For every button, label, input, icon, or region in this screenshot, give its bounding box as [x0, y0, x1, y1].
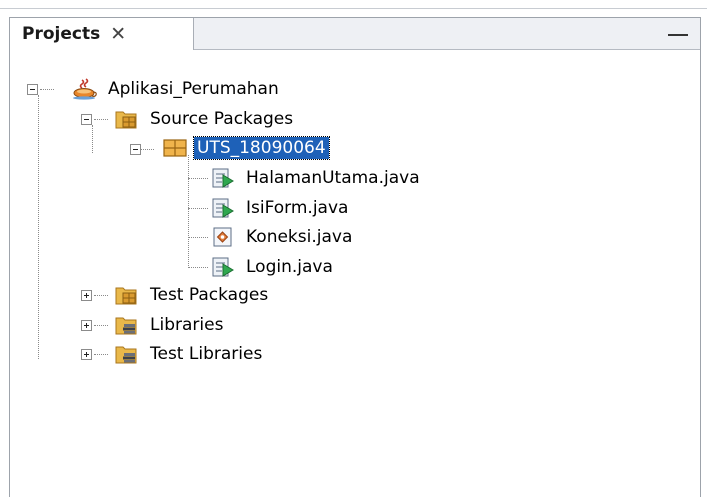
tree-connector	[94, 295, 108, 296]
expand-toggle-icon[interactable]	[81, 349, 92, 360]
tree-connector	[94, 354, 108, 355]
expand-toggle-icon[interactable]	[81, 320, 92, 331]
tree-connector	[188, 155, 189, 268]
tab-projects[interactable]: Projects ✕	[10, 18, 194, 50]
collapse-toggle-icon[interactable]	[81, 114, 92, 125]
tree-node-test-packages[interactable]: Test Packages	[114, 283, 268, 307]
tree-node-file[interactable]: Koneksi.java	[210, 225, 352, 249]
minimize-icon[interactable]	[668, 34, 688, 36]
tree-node-label: Libraries	[150, 315, 224, 335]
tree-connector	[188, 208, 208, 209]
tree-node-test-libraries[interactable]: Test Libraries	[114, 342, 262, 366]
test-libraries-folder-icon	[114, 343, 140, 365]
java-project-icon	[72, 78, 98, 100]
tree-node-file[interactable]: Login.java	[210, 255, 333, 279]
tab-title: Projects	[22, 24, 101, 44]
tree-connector	[188, 178, 208, 179]
tree-node-label-selected: UTS_18090064	[193, 136, 330, 160]
tree-node-package[interactable]: UTS_18090064	[162, 136, 330, 160]
projects-panel: Projects ✕ Aplikasi_Perumahan Source Pac…	[9, 17, 701, 497]
panel-tab-bar: Projects ✕	[10, 18, 700, 50]
tree-node-label: HalamanUtama.java	[246, 168, 420, 188]
project-tree: Aplikasi_Perumahan Source Packages UTS_1…	[10, 50, 700, 498]
tree-node-label: Login.java	[246, 257, 333, 277]
tree-node-label: Source Packages	[150, 109, 294, 129]
package-icon	[162, 137, 188, 159]
tree-connector	[92, 125, 93, 153]
tree-connector	[40, 89, 54, 90]
expand-toggle-icon[interactable]	[81, 290, 92, 301]
jframe-form-icon	[210, 167, 236, 189]
top-divider	[0, 8, 707, 9]
collapse-toggle-icon[interactable]	[27, 84, 38, 95]
tree-node-file[interactable]: IsiForm.java	[210, 196, 348, 220]
tree-connector	[94, 119, 108, 120]
tree-connector	[38, 95, 39, 359]
source-packages-folder-icon	[114, 108, 140, 130]
collapse-toggle-icon[interactable]	[130, 144, 141, 155]
tree-connector	[188, 267, 208, 268]
close-icon[interactable]: ✕	[110, 24, 126, 44]
tree-connector	[188, 237, 208, 238]
jframe-form-icon	[210, 256, 236, 278]
tree-node-label: IsiForm.java	[246, 198, 349, 218]
tree-connector	[140, 149, 154, 150]
tree-node-label: Aplikasi_Perumahan	[108, 79, 279, 99]
tree-node-source-packages[interactable]: Source Packages	[114, 107, 293, 131]
tree-node-label: Test Libraries	[150, 344, 263, 364]
tree-node-project[interactable]: Aplikasi_Perumahan	[72, 77, 279, 101]
tree-connector	[94, 325, 108, 326]
libraries-folder-icon	[114, 314, 140, 336]
test-packages-folder-icon	[114, 284, 140, 306]
tree-node-libraries[interactable]: Libraries	[114, 313, 223, 337]
tree-node-label: Test Packages	[150, 285, 269, 305]
tree-node-label: Koneksi.java	[246, 227, 353, 247]
jframe-form-icon	[210, 197, 236, 219]
java-class-icon	[210, 226, 236, 248]
tree-node-file[interactable]: HalamanUtama.java	[210, 166, 420, 190]
